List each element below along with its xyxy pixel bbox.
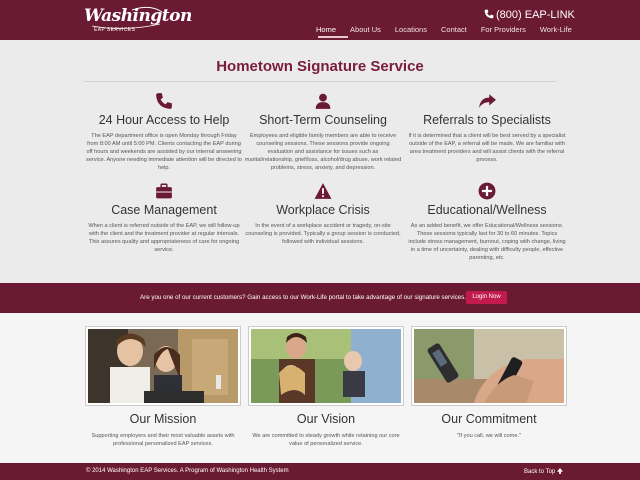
nav-item-for-providers[interactable]: For Providers [481, 25, 526, 34]
commitment-photo [412, 327, 566, 405]
card-title: Our Commitment [441, 412, 537, 426]
phone-icon [156, 93, 172, 109]
logo[interactable]: Washington EAP SERVICES [84, 6, 192, 36]
customer-banner: Are you one of our current customers? Ga… [0, 283, 640, 313]
mission-photo [86, 327, 240, 405]
card-our-vision: Our Vision We are committed to steady gr… [249, 327, 403, 448]
card-title: Our Mission [129, 412, 197, 426]
card-text: Supporting employers and their most valu… [91, 433, 235, 448]
banner-text: Are you one of our current customers? Ga… [140, 294, 466, 301]
title-divider [84, 81, 556, 82]
logo-subtitle: EAP SERVICES [94, 27, 136, 33]
feature-text: Employees and eligible family members ar… [244, 133, 402, 172]
feature-title: Workplace Crisis [276, 203, 370, 217]
feature-text: If it is determined that a client will b… [408, 133, 566, 164]
feature-workplace-crisis: Workplace Crisis In the event of a workp… [244, 182, 402, 246]
site-footer: © 2014 Washington EAP Services. A Progra… [0, 463, 640, 480]
feature-title: Educational/Wellness [427, 203, 547, 217]
warning-icon [314, 183, 332, 199]
feature-text: As an added benefit, we offer Educationa… [408, 223, 566, 262]
card-our-commitment: Our Commitment "If you call, we will com… [412, 327, 566, 440]
feature-text: In the event of a workplace accident or … [245, 223, 401, 246]
share-arrow-icon [479, 94, 496, 108]
feature-text: When a client is referred outside of the… [88, 223, 240, 254]
feature-text: The EAP department office is open Monday… [85, 133, 243, 172]
page-title: Hometown Signature Service [216, 58, 424, 75]
feature-title: Case Management [111, 203, 217, 217]
site-header: Washington EAP SERVICES (800) EAP-LINK H… [0, 0, 640, 40]
card-text: We are committed to steady growth while … [252, 433, 400, 448]
feature-24-hour-access: 24 Hour Access to Help The EAP departmen… [85, 92, 243, 173]
user-icon [315, 93, 331, 109]
feature-short-term-counseling: Short-Term Counseling Employees and elig… [244, 92, 402, 173]
plus-circle-icon [478, 182, 496, 200]
phone-label: (800) EAP-LINK [496, 9, 575, 21]
nav-item-home[interactable]: Home [316, 25, 336, 34]
back-to-top-label: Back to Top [524, 469, 556, 475]
card-title: Our Vision [296, 412, 356, 426]
briefcase-icon [156, 183, 172, 199]
feature-referrals: Referrals to Specialists If it is determ… [408, 92, 566, 164]
feature-title: Referrals to Specialists [423, 113, 551, 127]
nav-item-work-life[interactable]: Work-Life [540, 25, 572, 34]
phone-number[interactable]: (800) EAP-LINK [484, 9, 575, 21]
card-our-mission: Our Mission Supporting employers and the… [86, 327, 240, 448]
main-nav: Home About Us Locations Contact For Prov… [316, 25, 586, 34]
feature-title: 24 Hour Access to Help [98, 113, 230, 127]
nav-item-contact[interactable]: Contact [441, 25, 467, 34]
card-text: "If you call, we will come." [457, 433, 521, 439]
login-now-button[interactable]: Login Now [466, 291, 507, 304]
nav-active-indicator [318, 36, 348, 38]
nav-item-about-us[interactable]: About Us [350, 25, 381, 34]
phone-icon [484, 9, 494, 19]
logo-text: Washington [84, 6, 192, 26]
feature-title: Short-Term Counseling [259, 113, 387, 127]
feature-educational-wellness: Educational/Wellness As an added benefit… [408, 182, 566, 263]
back-to-top-link[interactable]: Back to Top [524, 468, 563, 475]
copyright-text: © 2014 Washington EAP Services. A Progra… [86, 468, 289, 474]
vision-photo [249, 327, 403, 405]
feature-case-management: Case Management When a client is referre… [85, 182, 243, 254]
arrow-up-icon [556, 468, 563, 474]
nav-item-locations[interactable]: Locations [395, 25, 427, 34]
